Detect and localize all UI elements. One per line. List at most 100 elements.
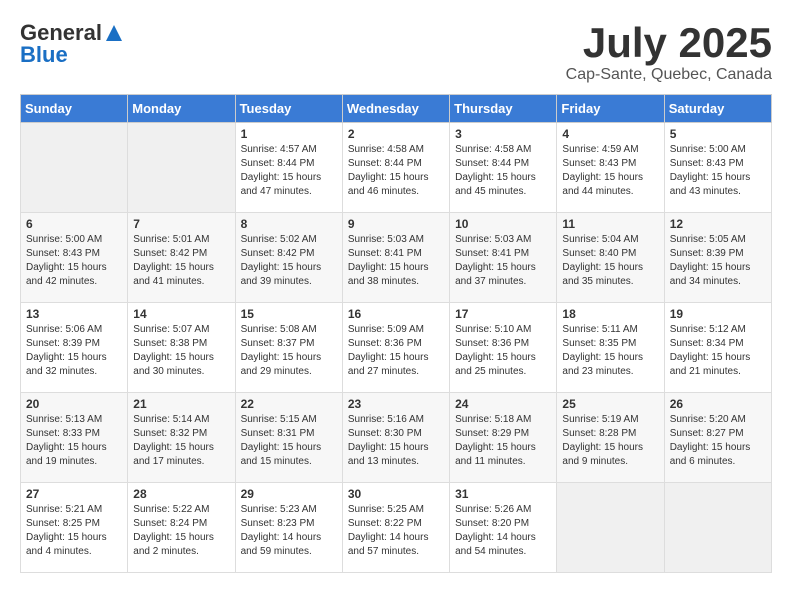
sunrise-text: Sunrise: 5:13 AM xyxy=(26,414,102,425)
day-number: 25 xyxy=(562,397,658,411)
sunrise-text: Sunrise: 5:11 AM xyxy=(562,324,637,335)
sunrise-text: Sunrise: 5:26 AM xyxy=(455,504,531,515)
sunrise-text: Sunrise: 5:20 AM xyxy=(670,414,746,425)
calendar-cell: 26 Sunrise: 5:20 AM Sunset: 8:27 PM Dayl… xyxy=(664,393,771,483)
day-detail: Sunrise: 5:12 AM Sunset: 8:34 PM Dayligh… xyxy=(670,323,766,379)
day-detail: Sunrise: 5:03 AM Sunset: 8:41 PM Dayligh… xyxy=(348,233,444,289)
daylight-text: Daylight: 15 hours and 15 minutes. xyxy=(241,442,322,467)
day-number: 22 xyxy=(241,397,337,411)
sunrise-text: Sunrise: 5:23 AM xyxy=(241,504,317,515)
sunset-text: Sunset: 8:44 PM xyxy=(241,158,315,169)
sunset-text: Sunset: 8:31 PM xyxy=(241,428,315,439)
sunrise-text: Sunrise: 5:08 AM xyxy=(241,324,317,335)
calendar-cell: 6 Sunrise: 5:00 AM Sunset: 8:43 PM Dayli… xyxy=(21,213,128,303)
day-number: 15 xyxy=(241,307,337,321)
sunrise-text: Sunrise: 4:59 AM xyxy=(562,144,638,155)
calendar-cell: 21 Sunrise: 5:14 AM Sunset: 8:32 PM Dayl… xyxy=(128,393,235,483)
sunset-text: Sunset: 8:27 PM xyxy=(670,428,744,439)
sunrise-text: Sunrise: 5:04 AM xyxy=(562,234,638,245)
sunset-text: Sunset: 8:20 PM xyxy=(455,518,529,529)
day-detail: Sunrise: 5:20 AM Sunset: 8:27 PM Dayligh… xyxy=(670,413,766,469)
daylight-text: Daylight: 15 hours and 4 minutes. xyxy=(26,532,107,557)
month-year-title: July 2025 xyxy=(566,20,772,66)
calendar-cell: 14 Sunrise: 5:07 AM Sunset: 8:38 PM Dayl… xyxy=(128,303,235,393)
calendar-week-row: 1 Sunrise: 4:57 AM Sunset: 8:44 PM Dayli… xyxy=(21,123,772,213)
day-of-week-header: Saturday xyxy=(664,95,771,123)
sunrise-text: Sunrise: 5:19 AM xyxy=(562,414,638,425)
sunrise-text: Sunrise: 5:14 AM xyxy=(133,414,209,425)
day-detail: Sunrise: 5:08 AM Sunset: 8:37 PM Dayligh… xyxy=(241,323,337,379)
daylight-text: Daylight: 15 hours and 39 minutes. xyxy=(241,262,322,287)
sunset-text: Sunset: 8:35 PM xyxy=(562,338,636,349)
day-number: 16 xyxy=(348,307,444,321)
daylight-text: Daylight: 15 hours and 38 minutes. xyxy=(348,262,429,287)
daylight-text: Daylight: 15 hours and 11 minutes. xyxy=(455,442,536,467)
day-number: 30 xyxy=(348,487,444,501)
day-number: 17 xyxy=(455,307,551,321)
calendar-cell: 25 Sunrise: 5:19 AM Sunset: 8:28 PM Dayl… xyxy=(557,393,664,483)
daylight-text: Daylight: 14 hours and 54 minutes. xyxy=(455,532,536,557)
day-number: 27 xyxy=(26,487,122,501)
day-of-week-header: Monday xyxy=(128,95,235,123)
day-number: 9 xyxy=(348,217,444,231)
logo: General Blue xyxy=(20,20,124,68)
daylight-text: Daylight: 15 hours and 13 minutes. xyxy=(348,442,429,467)
day-detail: Sunrise: 5:01 AM Sunset: 8:42 PM Dayligh… xyxy=(133,233,229,289)
calendar-cell: 4 Sunrise: 4:59 AM Sunset: 8:43 PM Dayli… xyxy=(557,123,664,213)
calendar-cell: 19 Sunrise: 5:12 AM Sunset: 8:34 PM Dayl… xyxy=(664,303,771,393)
sunrise-text: Sunrise: 5:25 AM xyxy=(348,504,424,515)
calendar-cell: 23 Sunrise: 5:16 AM Sunset: 8:30 PM Dayl… xyxy=(342,393,449,483)
calendar-week-row: 6 Sunrise: 5:00 AM Sunset: 8:43 PM Dayli… xyxy=(21,213,772,303)
daylight-text: Daylight: 15 hours and 37 minutes. xyxy=(455,262,536,287)
sunrise-text: Sunrise: 5:07 AM xyxy=(133,324,209,335)
page-header: General Blue July 2025 Cap-Sante, Quebec… xyxy=(20,20,772,84)
calendar-cell: 31 Sunrise: 5:26 AM Sunset: 8:20 PM Dayl… xyxy=(450,483,557,573)
daylight-text: Daylight: 15 hours and 30 minutes. xyxy=(133,352,214,377)
sunrise-text: Sunrise: 5:00 AM xyxy=(26,234,102,245)
day-detail: Sunrise: 5:09 AM Sunset: 8:36 PM Dayligh… xyxy=(348,323,444,379)
day-detail: Sunrise: 5:07 AM Sunset: 8:38 PM Dayligh… xyxy=(133,323,229,379)
day-number: 26 xyxy=(670,397,766,411)
daylight-text: Daylight: 15 hours and 42 minutes. xyxy=(26,262,107,287)
calendar-cell: 29 Sunrise: 5:23 AM Sunset: 8:23 PM Dayl… xyxy=(235,483,342,573)
calendar-cell: 2 Sunrise: 4:58 AM Sunset: 8:44 PM Dayli… xyxy=(342,123,449,213)
sunrise-text: Sunrise: 4:58 AM xyxy=(348,144,424,155)
daylight-text: Daylight: 15 hours and 6 minutes. xyxy=(670,442,751,467)
sunset-text: Sunset: 8:43 PM xyxy=(562,158,636,169)
calendar-cell: 10 Sunrise: 5:03 AM Sunset: 8:41 PM Dayl… xyxy=(450,213,557,303)
calendar-cell: 11 Sunrise: 5:04 AM Sunset: 8:40 PM Dayl… xyxy=(557,213,664,303)
daylight-text: Daylight: 14 hours and 57 minutes. xyxy=(348,532,429,557)
daylight-text: Daylight: 15 hours and 47 minutes. xyxy=(241,172,322,197)
calendar-cell xyxy=(557,483,664,573)
day-detail: Sunrise: 5:00 AM Sunset: 8:43 PM Dayligh… xyxy=(26,233,122,289)
day-number: 24 xyxy=(455,397,551,411)
sunrise-text: Sunrise: 5:03 AM xyxy=(455,234,531,245)
sunset-text: Sunset: 8:32 PM xyxy=(133,428,207,439)
day-number: 14 xyxy=(133,307,229,321)
day-detail: Sunrise: 5:18 AM Sunset: 8:29 PM Dayligh… xyxy=(455,413,551,469)
sunset-text: Sunset: 8:30 PM xyxy=(348,428,422,439)
daylight-text: Daylight: 15 hours and 46 minutes. xyxy=(348,172,429,197)
sunrise-text: Sunrise: 5:00 AM xyxy=(670,144,746,155)
sunset-text: Sunset: 8:23 PM xyxy=(241,518,315,529)
sunset-text: Sunset: 8:39 PM xyxy=(26,338,100,349)
calendar-cell: 16 Sunrise: 5:09 AM Sunset: 8:36 PM Dayl… xyxy=(342,303,449,393)
calendar-cell: 28 Sunrise: 5:22 AM Sunset: 8:24 PM Dayl… xyxy=(128,483,235,573)
sunset-text: Sunset: 8:28 PM xyxy=(562,428,636,439)
sunrise-text: Sunrise: 5:12 AM xyxy=(670,324,746,335)
sunrise-text: Sunrise: 5:06 AM xyxy=(26,324,102,335)
calendar-table: SundayMondayTuesdayWednesdayThursdayFrid… xyxy=(20,94,772,573)
header-row: SundayMondayTuesdayWednesdayThursdayFrid… xyxy=(21,95,772,123)
daylight-text: Daylight: 15 hours and 45 minutes. xyxy=(455,172,536,197)
day-number: 3 xyxy=(455,127,551,141)
day-of-week-header: Friday xyxy=(557,95,664,123)
calendar-cell: 8 Sunrise: 5:02 AM Sunset: 8:42 PM Dayli… xyxy=(235,213,342,303)
sunrise-text: Sunrise: 5:02 AM xyxy=(241,234,317,245)
calendar-cell: 22 Sunrise: 5:15 AM Sunset: 8:31 PM Dayl… xyxy=(235,393,342,483)
daylight-text: Daylight: 15 hours and 19 minutes. xyxy=(26,442,107,467)
calendar-week-row: 13 Sunrise: 5:06 AM Sunset: 8:39 PM Dayl… xyxy=(21,303,772,393)
calendar-cell: 5 Sunrise: 5:00 AM Sunset: 8:43 PM Dayli… xyxy=(664,123,771,213)
day-detail: Sunrise: 5:00 AM Sunset: 8:43 PM Dayligh… xyxy=(670,143,766,199)
calendar-cell: 13 Sunrise: 5:06 AM Sunset: 8:39 PM Dayl… xyxy=(21,303,128,393)
sunrise-text: Sunrise: 5:21 AM xyxy=(26,504,102,515)
